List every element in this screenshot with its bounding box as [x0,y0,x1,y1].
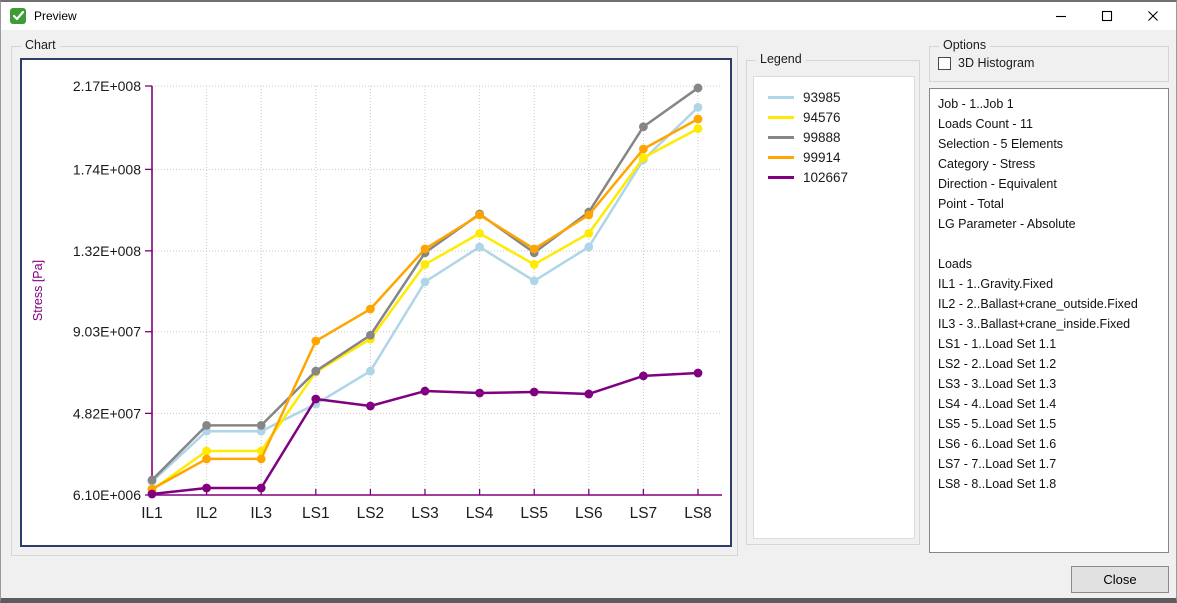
legend-panel: 93985 94576 99888 99914 102667 [753,76,915,539]
minimize-button[interactable] [1038,2,1084,30]
list-item: LS7 - 7..Load Set 1.7 [930,454,1168,474]
list-item: LS8 - 8..Load Set 1.8 [930,474,1168,494]
close-window-button[interactable] [1130,2,1176,30]
dialog-body: Chart 6.10E+006 4.82E+007 9.03E+007 1.32E+0… [1,30,1176,598]
minimize-icon [1055,10,1067,22]
legend-series-swatch [768,116,794,119]
svg-text:LS1: LS1 [302,505,330,522]
legend-groupbox: Legend 93985945769988899914102667 [746,60,920,545]
maximize-button[interactable] [1084,2,1130,30]
list-item: LS4 - 4..Load Set 1.4 [930,394,1168,414]
chart-groupbox: Chart 6.10E+0064.82E+0079.03E+0071.32E+0… [11,46,738,556]
legend-groupbox-label: Legend [756,52,806,66]
legend-series-swatch [768,176,794,179]
histogram-checkbox-row[interactable]: 3D Histogram [938,56,1034,70]
options-groupbox-label: Options [939,38,990,52]
histogram-checkbox-label: 3D Histogram [958,56,1034,70]
list-item: IL2 - 2..Ballast+crane_outside.Fixed [930,294,1168,314]
list-item: IL3 - 3..Ballast+crane_inside.Fixed [930,314,1168,334]
list-item: Loads Count - 11 [930,114,1168,134]
legend-item: 94576 [754,107,914,127]
list-item: LS3 - 3..Load Set 1.3 [930,374,1168,394]
maximize-icon [1101,10,1113,22]
legend-item: 93985 [754,87,914,107]
svg-text:Stress [Pa]: Stress [Pa] [31,260,45,321]
legend-series-swatch [768,156,794,159]
legend-series-swatch [768,136,794,139]
list-item: Direction - Equivalent [930,174,1168,194]
legend-series-label: 94576 [803,110,841,125]
svg-text:1.32E+008: 1.32E+008 [73,243,141,259]
legend-series-label: 99888 [803,130,841,145]
list-item: LS1 - 1..Load Set 1.1 [930,334,1168,354]
list-item: Loads [930,254,1168,274]
svg-text:4.82E+007: 4.82E+007 [73,405,141,421]
legend-series-label: 102667 [803,170,848,185]
legend-series-label: 99914 [803,150,841,165]
svg-text:6.10E+006: 6.10E+006 [73,487,141,503]
info-listbox[interactable]: Job - 1..Job 1Loads Count - 11Selection … [929,88,1169,553]
list-item: IL1 - 1..Gravity.Fixed [930,274,1168,294]
list-item: LS2 - 2..Load Set 1.2 [930,354,1168,374]
svg-text:2.17E+008: 2.17E+008 [73,78,141,94]
list-item: Category - Stress [930,154,1168,174]
svg-text:LS6: LS6 [575,505,603,522]
svg-text:LS2: LS2 [357,505,385,522]
close-button[interactable]: Close [1071,566,1169,593]
legend-item: 102667 [754,167,914,187]
svg-text:IL3: IL3 [250,505,272,522]
svg-text:LS7: LS7 [630,505,658,522]
svg-text:LS3: LS3 [411,505,439,522]
preview-window: Preview Chart 6. [0,0,1177,603]
list-item: Point - Total [930,194,1168,214]
svg-text:LS8: LS8 [684,505,712,522]
list-item: LG Parameter - Absolute [930,214,1168,234]
chart-canvas: 6.10E+006 4.82E+007 9.03E+007 1.32E+008 1.74… [20,58,732,547]
close-icon [1147,10,1159,22]
histogram-checkbox[interactable] [938,57,951,70]
chart-groupbox-label: Chart [21,38,60,52]
svg-text:1.74E+008: 1.74E+008 [73,161,141,177]
svg-text:IL2: IL2 [196,505,218,522]
svg-text:LS4: LS4 [466,505,494,522]
list-item: Job - 1..Job 1 [930,94,1168,114]
options-groupbox: Options 3D Histogram [929,46,1169,82]
window-controls [1038,2,1176,30]
svg-text:LS5: LS5 [520,505,548,522]
legend-item: 99914 [754,147,914,167]
svg-text:9.03E+007: 9.03E+007 [73,324,141,340]
app-checkmark-icon [10,8,26,24]
list-item: LS5 - 5..Load Set 1.5 [930,414,1168,434]
stress-line-chart: 6.10E+006 4.82E+007 9.03E+007 1.32E+008 1.74… [22,60,730,545]
list-item: LS6 - 6..Load Set 1.6 [930,434,1168,454]
list-item [930,234,1168,254]
svg-text:IL1: IL1 [141,505,163,522]
legend-series-swatch [768,96,794,99]
window-title: Preview [34,9,77,23]
legend-series-label: 93985 [803,90,841,105]
title-bar: Preview [1,2,1176,30]
list-item: Selection - 5 Elements [930,134,1168,154]
legend-item: 99888 [754,127,914,147]
